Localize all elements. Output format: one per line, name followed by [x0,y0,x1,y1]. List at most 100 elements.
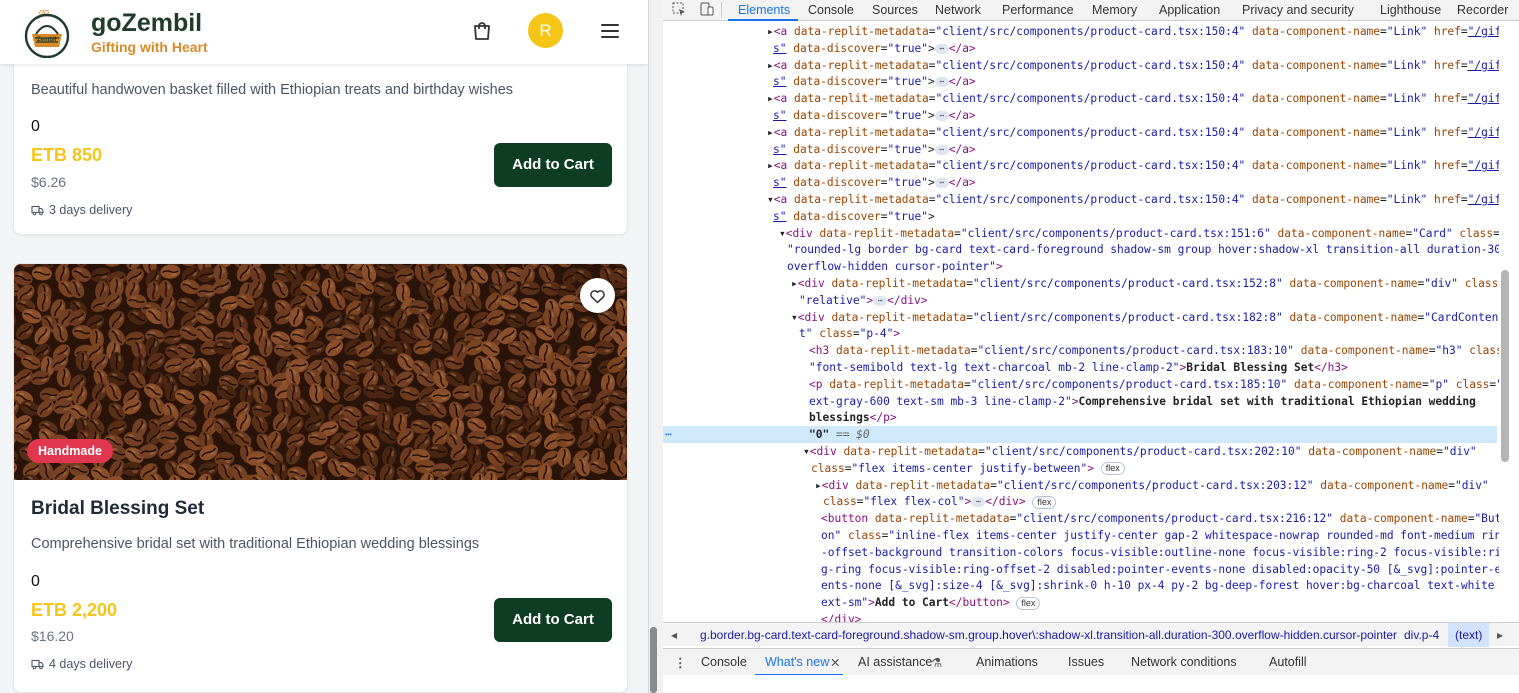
tab-network[interactable]: Network [935,3,981,17]
breadcrumb-card[interactable]: g.border.bg-card.text-card-foreground.sh… [700,628,1397,642]
dom-node-line[interactable]: ▾<div data-replit-metadata="client/src/c… [791,310,1498,327]
dom-node-line[interactable]: "font-semibold text-lg text-charcoal mb-… [809,360,1348,377]
dom-node-line[interactable]: ▾<div data-replit-metadata="client/src/c… [779,226,1499,243]
breadcrumb-scroll-left-icon[interactable]: ◂ [671,628,677,642]
drawer-tab-bar: ⋮ Console What's new ✕ AI assistance ⚗ A… [663,648,1519,676]
product-description: Comprehensive bridal set with traditiona… [31,536,480,552]
dom-node-line[interactable]: s" data-discover="true"> [773,209,935,226]
devtools-panel: Elements Console Sources Network Perform… [663,0,1519,693]
dom-node-line[interactable]: ▸<a data-replit-metadata="client/src/com… [767,125,1499,142]
drawer-tab-issues[interactable]: Issues [1068,655,1104,669]
dom-node-line[interactable]: overflow-hidden cursor-pointer"> [787,259,1003,276]
tab-sources[interactable]: Sources [872,3,918,17]
delivery-info: 4 days delivery [31,657,132,671]
cart-icon[interactable] [470,19,494,43]
website-viewport[interactable]: Beautiful handwoven basket filled with E… [0,0,648,693]
dom-node-line[interactable]: ▾<div data-replit-metadata="client/src/c… [803,444,1477,461]
dom-node-selected[interactable]: "0" == $0 [809,427,870,444]
tab-elements[interactable]: Elements [738,3,790,17]
selected-node-highlight [663,426,1497,443]
dom-node-line[interactable]: t" class="p-4"> [799,326,900,343]
tab-privacy[interactable]: Privacy and security [1242,3,1354,17]
dom-node-line[interactable]: <p data-replit-metadata="client/src/comp… [809,377,1499,394]
dom-node-line[interactable]: "relative"> ⋯ </div> [799,293,928,310]
dom-node-more-icon[interactable]: ⋯ [665,427,672,444]
product-description: Beautiful handwoven basket filled with E… [31,82,514,98]
dom-node-line[interactable]: <button data-replit-metadata="client/src… [821,511,1499,528]
close-icon[interactable]: ✕ [830,655,840,670]
dom-node-line[interactable]: s" data-discover="true"> ⋯ </a> [773,142,976,159]
handmade-badge: Handmade [27,439,113,463]
dom-node-line[interactable]: "rounded-lg border bg-card text-card-for… [787,242,1499,259]
delivery-text: 3 days delivery [49,203,133,217]
dom-node-line[interactable]: s" data-discover="true"> ⋯ </a> [773,41,976,58]
tab-recorder[interactable]: Recorder [1457,3,1508,17]
dom-node-line[interactable]: ext-sm">Add to Cart</button> flex [821,595,1041,612]
dom-node-line[interactable]: ext-gray-600 text-sm mb-3 line-clamp-2">… [809,394,1476,411]
page-scrollbar-thumb[interactable] [650,627,657,693]
dom-node-line[interactable]: ents-none [&_svg]:size-4 [&_svg]:shrink-… [821,578,1499,595]
dom-node-line[interactable]: class="flex items-center justify-between… [811,461,1125,478]
flask-icon: ⚗ [931,656,943,670]
brand-tagline: Gifting with Heart [91,39,208,55]
dom-node-line[interactable]: g-ring focus-visible:ring-offset-2 disab… [821,562,1499,579]
screen: Beautiful handwoven basket filled with E… [0,0,1519,693]
add-to-cart-button[interactable]: Add to Cart [494,143,612,187]
devtools-tab-bar: Elements Console Sources Network Perform… [663,0,1519,21]
truck-icon [31,659,44,669]
dom-node-line[interactable]: s" data-discover="true"> ⋯ </a> [773,108,976,125]
dom-node-line[interactable]: class="flex flex-col"> ⋯ </div> flex [823,494,1057,511]
price-etb: ETB 850 [31,145,103,165]
inspect-icon[interactable] [672,2,687,17]
heart-icon [590,290,605,304]
dom-node-line[interactable]: ▸<div data-replit-metadata="client/src/c… [791,276,1499,293]
product-title[interactable]: Bridal Blessing Set [31,498,204,520]
drawer-menu-icon[interactable]: ⋮ [674,655,687,670]
dom-node-line[interactable]: ▸<a data-replit-metadata="client/src/com… [767,24,1499,41]
tab-console[interactable]: Console [808,3,854,17]
dom-scrollbar-thumb[interactable] [1501,270,1509,462]
price-usd: $16.20 [31,628,74,644]
dom-node-line[interactable]: ▸<a data-replit-metadata="client/src/com… [767,91,1499,108]
dom-node-line[interactable]: on" class="inline-flex items-center just… [821,528,1499,545]
breadcrumb: ◂ g.border.bg-card.text-card-foreground.… [663,622,1519,647]
brand-name[interactable]: goZembil [91,9,202,38]
breadcrumb-text[interactable]: (text) [1448,623,1490,647]
dom-node-line[interactable]: s" data-discover="true"> ⋯ </a> [773,175,976,192]
delivery-text: 4 days delivery [49,657,133,671]
drawer-tab-whats-new[interactable]: What's new [765,655,829,669]
dom-node-line[interactable]: </div> [821,612,861,622]
drawer-tab-console[interactable]: Console [701,655,747,669]
dom-node-line[interactable]: -offset-background transition-colors foc… [821,545,1499,562]
device-icon[interactable] [699,2,714,17]
add-to-cart-button[interactable]: Add to Cart [494,598,612,642]
dom-node-line[interactable]: ▾<a data-replit-metadata="client/src/com… [767,192,1499,209]
site-header: go Zembil goZembil Gifting with Heart R [0,0,648,64]
tab-performance[interactable]: Performance [1002,3,1074,17]
product-card[interactable]: Handmade Bridal Blessing Set Comprehensi… [13,263,628,693]
tab-memory[interactable]: Memory [1092,3,1137,17]
avatar[interactable]: R [528,13,563,48]
wishlist-button[interactable] [580,278,615,313]
dom-node-line[interactable]: s" data-discover="true"> ⋯ </a> [773,74,976,91]
dom-node-line[interactable]: ▸<a data-replit-metadata="client/src/com… [767,158,1499,175]
dom-node-line[interactable]: ▸<a data-replit-metadata="client/src/com… [767,58,1499,75]
tab-application[interactable]: Application [1159,3,1220,17]
quantity-value: 0 [31,573,40,590]
breadcrumb-div[interactable]: div.p-4 [1404,628,1439,642]
drawer-tab-autofill[interactable]: Autofill [1269,655,1307,669]
dom-node-line[interactable]: blessings</p> [809,410,897,427]
breadcrumb-scroll-right-icon[interactable]: ▸ [1497,628,1503,642]
quantity-value: 0 [31,118,40,135]
basket-logo-icon[interactable]: go Zembil [22,6,72,58]
dom-node-line[interactable]: ▸<div data-replit-metadata="client/src/c… [815,478,1489,495]
drawer-tab-ai-assistance[interactable]: AI assistance [858,655,932,669]
tab-lighthouse[interactable]: Lighthouse [1380,3,1441,17]
menu-icon[interactable] [599,20,621,42]
dom-tree[interactable]: ▸<a data-replit-metadata="client/src/com… [663,22,1499,622]
panel-divider[interactable] [648,0,663,693]
svg-text:Zembil: Zembil [37,37,57,43]
dom-node-line[interactable]: <h3 data-replit-metadata="client/src/com… [809,343,1499,360]
drawer-tab-animations[interactable]: Animations [976,655,1038,669]
drawer-tab-network-conditions[interactable]: Network conditions [1131,655,1237,669]
